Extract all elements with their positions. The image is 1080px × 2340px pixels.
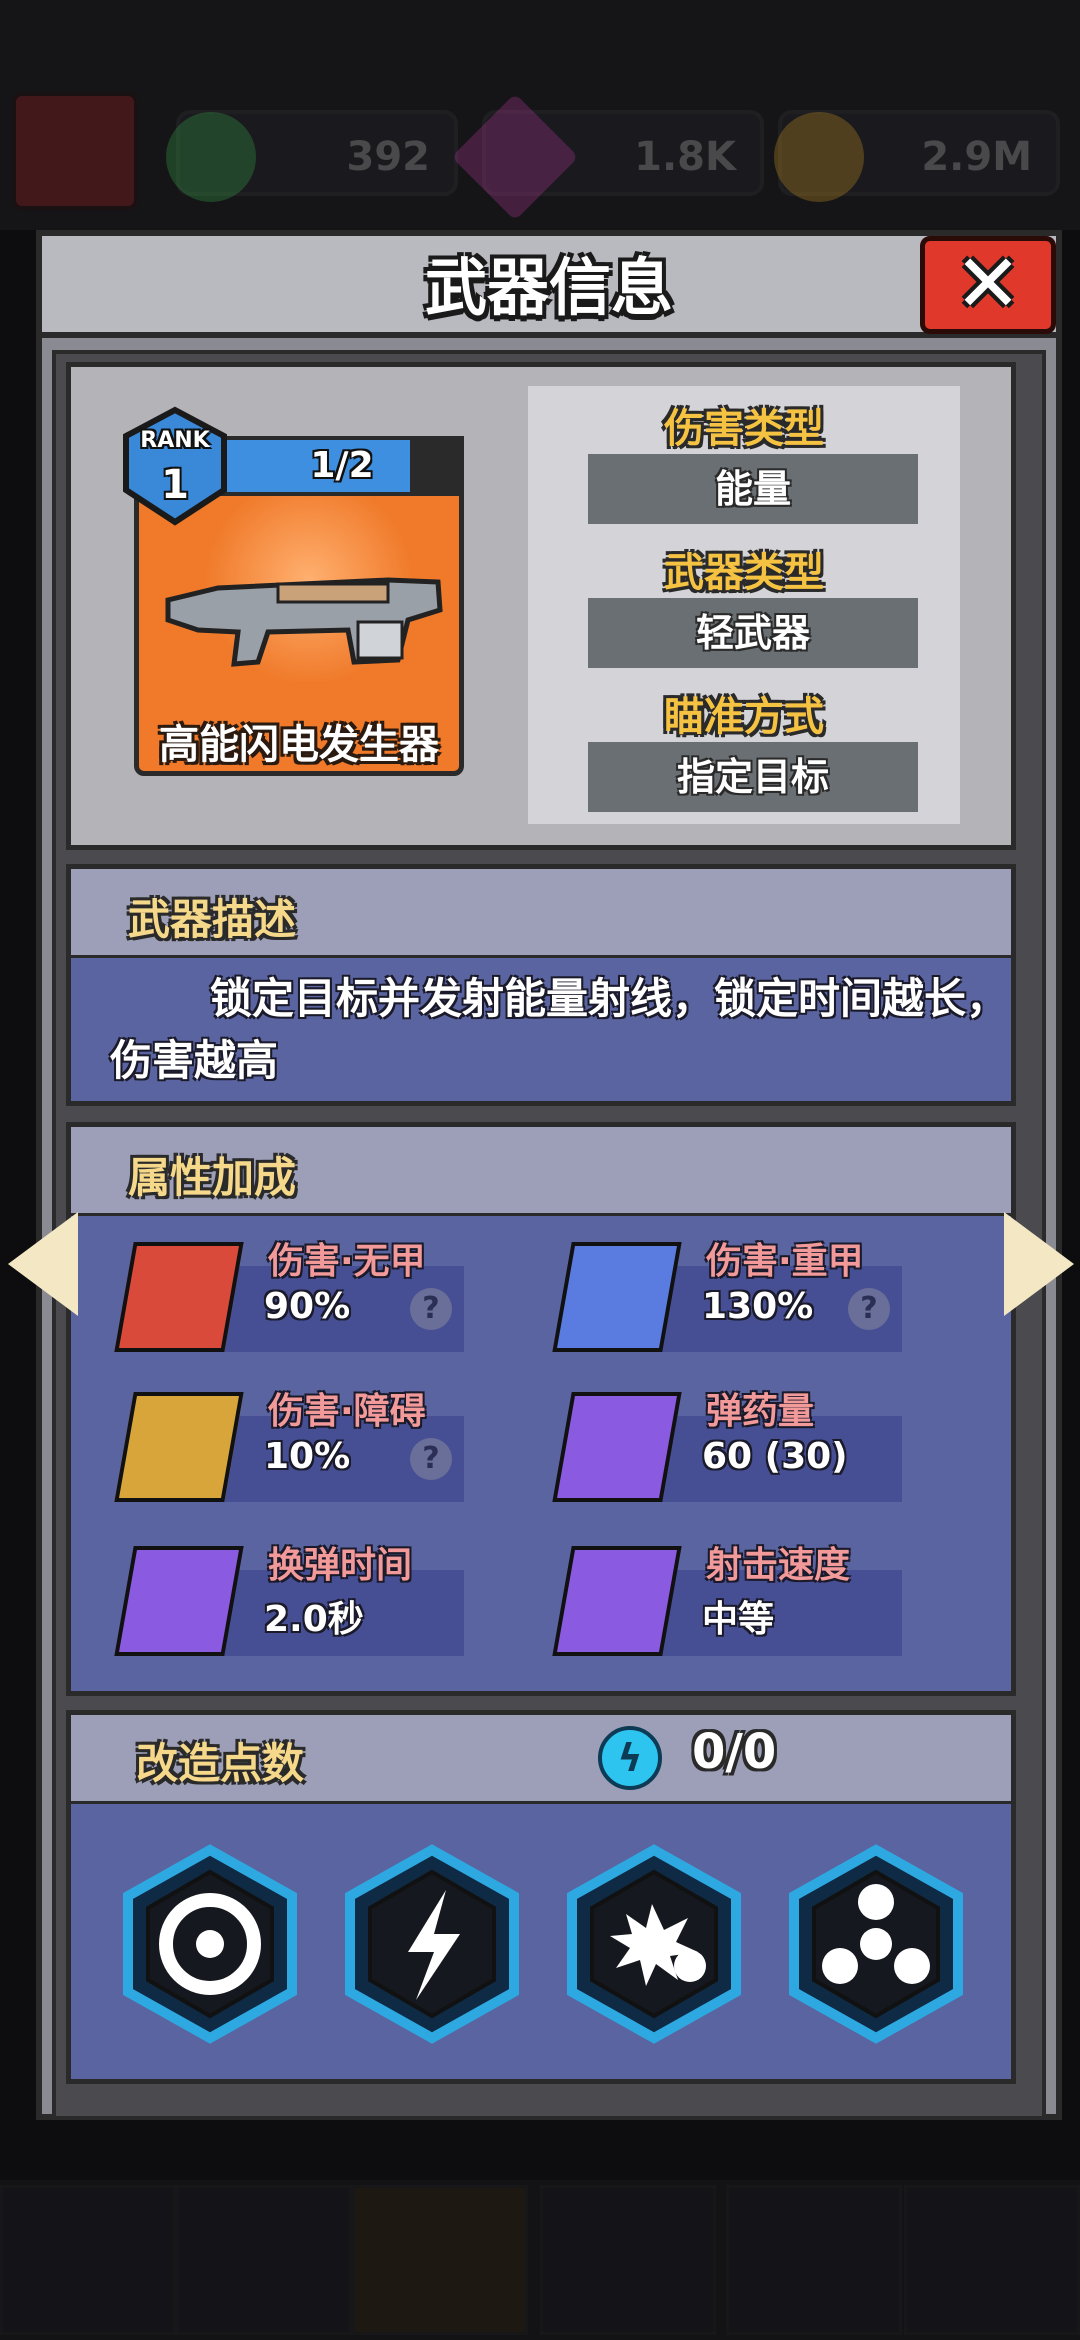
help-icon[interactable]: ?	[410, 1288, 452, 1330]
mod-slot-button[interactable]	[344, 1844, 520, 2044]
attribute-value: 中等	[702, 1599, 775, 1640]
attribute-name: 伤害·无甲	[268, 1241, 426, 1282]
nav-battle[interactable]	[726, 2185, 902, 2335]
attributes-heading: 属性加成	[128, 1153, 297, 1202]
attribute-value: 90%	[264, 1286, 351, 1327]
nav-characters[interactable]	[176, 2185, 352, 2335]
close-button[interactable]: ✕	[920, 236, 1056, 334]
nav-trophy[interactable]	[0, 2185, 176, 2335]
page-title: 武器信息	[424, 251, 673, 324]
prev-weapon-arrow[interactable]	[8, 1212, 78, 1316]
weapon-type-value: 轻武器	[588, 598, 918, 668]
attribute-name: 伤害·重甲	[706, 1241, 864, 1282]
attribute-name: 弹药量	[706, 1391, 815, 1432]
damage-type-value: 能量	[588, 454, 918, 524]
back-button[interactable]	[12, 92, 138, 210]
mod-slot-button[interactable]	[788, 1844, 964, 2044]
next-weapon-arrow[interactable]	[1004, 1212, 1074, 1316]
lightning-bolt-icon	[345, 1844, 519, 2044]
description-text: 锁定目标并发射能量射线，锁定时间越长，伤害越高	[110, 974, 1009, 1085]
reload-icon	[114, 1546, 244, 1656]
aim-label: 瞄准方式	[664, 694, 824, 740]
attribute-value: 130%	[702, 1286, 814, 1327]
green-gem-icon	[166, 112, 256, 202]
mod-slot-button[interactable]	[566, 1844, 742, 2044]
attribute-name: 换弹时间	[268, 1545, 413, 1586]
attribute-value: 60 (30)	[702, 1436, 848, 1477]
mod-slot-button[interactable]	[122, 1844, 298, 2044]
attribute-value: 10%	[264, 1436, 351, 1477]
help-icon[interactable]: ?	[848, 1288, 890, 1330]
explosion-icon	[567, 1844, 741, 2044]
rank-label: RANK	[140, 428, 210, 453]
weapon-type-label: 武器类型	[664, 550, 824, 596]
help-icon[interactable]: ?	[410, 1438, 452, 1480]
nav-shop[interactable]	[904, 2185, 1080, 2335]
target-icon	[114, 1242, 244, 1352]
level-text: 1/2	[310, 445, 374, 486]
nav-weapons[interactable]	[352, 2185, 528, 2335]
barrier-target-icon	[114, 1392, 244, 1502]
mod-points-value: 0/0	[692, 1724, 777, 1780]
description-heading: 武器描述	[128, 895, 297, 944]
close-icon: ✕	[954, 237, 1022, 330]
spinner-icon	[789, 1844, 963, 2044]
fire-rate-icon	[552, 1546, 682, 1656]
gun-icon	[165, 577, 443, 667]
mod-points-heading: 改造点数	[136, 1739, 305, 1788]
weapon-name: 高能闪电发生器	[159, 722, 439, 768]
shield-target-icon	[552, 1242, 682, 1352]
attribute-value: 2.0秒	[264, 1599, 364, 1640]
coin-icon	[774, 112, 864, 202]
trefoil-icon	[123, 1844, 297, 2044]
rank-value: 1	[161, 462, 189, 508]
aim-value: 指定目标	[588, 742, 918, 812]
attribute-name: 伤害·障碍	[268, 1391, 426, 1432]
bullets-icon	[552, 1392, 682, 1502]
mod-point-icon: ϟ	[598, 1726, 662, 1790]
nav-book[interactable]	[540, 2185, 716, 2335]
damage-type-label: 伤害类型	[664, 406, 824, 452]
attribute-name: 射击速度	[706, 1545, 851, 1586]
